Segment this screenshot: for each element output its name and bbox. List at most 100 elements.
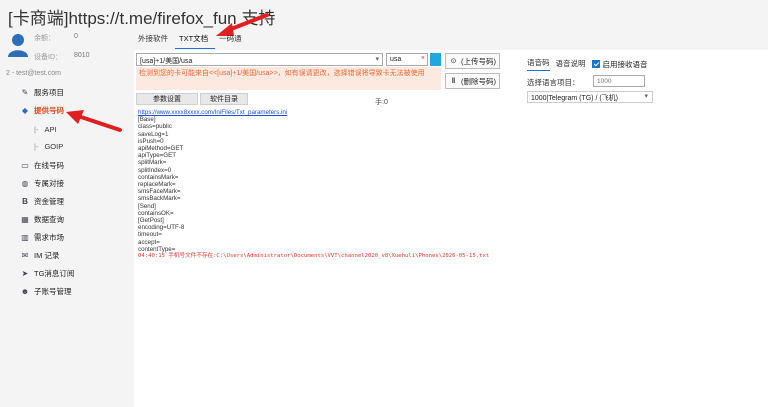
sidebar-item-tg-subscription[interactable]: ➤ TG消息订阅	[20, 268, 75, 279]
tab-one-code[interactable]: 一码通	[215, 30, 249, 49]
sidebar-item-im-records[interactable]: ✉ IM 记录	[20, 250, 60, 261]
config-line: splitMark=	[138, 159, 167, 167]
chevron-down-icon: ▾	[644, 93, 648, 100]
avatar	[8, 34, 28, 57]
pen-icon: ✎	[21, 88, 29, 97]
sidebar-subitem-goip[interactable]: |- GOIP	[34, 142, 63, 151]
balance-value: 0	[74, 33, 78, 40]
voice-tabs: 语音码 语音说明 启用接收语音	[527, 57, 648, 71]
config-line: smsFaceMark=	[138, 188, 181, 196]
config-line: [Send]	[138, 202, 156, 210]
config-line: apiType=GET	[138, 152, 177, 160]
country-select-value: [usa]+1/美国/usa	[140, 58, 193, 65]
users-icon: ☻	[20, 287, 30, 296]
config-line: splitIndex=0	[138, 166, 172, 174]
country-select[interactable]: [usa]+1/美国/usa ▾	[136, 53, 383, 66]
config-line: [GetPost]	[138, 217, 164, 225]
sidebar-item-data-query[interactable]: ▦ 数据查询	[20, 214, 64, 225]
chevron-down-icon: ▾	[375, 56, 379, 63]
sidebar-item-label: 提供号码	[34, 106, 64, 115]
sidebar-item-dedicated[interactable]: ◍ 专属对接	[20, 178, 65, 189]
country-warning: 检测到您的卡可能来自<<[usa]+1/美国/usa>>，如有误请更改，选择错误…	[136, 67, 441, 90]
balance-label: 余额：	[34, 35, 55, 42]
sidebar-item-label: 需求市场	[34, 233, 64, 242]
user-email: 2 - test@test.com	[6, 70, 61, 77]
sidebar-item-label: 子账号管理	[34, 287, 72, 296]
enable-voice-label: 启用接收语音	[602, 59, 648, 69]
config-line: containsOK=	[138, 209, 174, 217]
sidebar-item-label: 专属对接	[34, 179, 64, 188]
sidebar-item-label: 服务项目	[34, 88, 64, 97]
parameters-link[interactable]: https://www.xxxx8xxxx.com/IniFiles/Txt_p…	[138, 109, 489, 116]
sidebar-item-label: IM 记录	[34, 251, 60, 260]
config-line: [Base]	[138, 116, 156, 124]
pause-icon: ‖	[451, 77, 456, 85]
sidebar-item-online-numbers[interactable]: ▭ 在线号码	[20, 160, 64, 171]
delete-numbers-label: (删除号码)	[461, 76, 496, 86]
config-line: smsBackMark=	[138, 195, 181, 203]
country-code-input[interactable]: usa ×	[386, 53, 428, 66]
tab-txt-document[interactable]: TXT文档	[175, 30, 216, 49]
main-panel: [usa]+1/美国/usa ▾ usa × 检测到您的卡可能来自<<[usa]…	[134, 50, 768, 407]
config-line: replaceMark=	[138, 181, 176, 189]
monitor-icon: ▭	[21, 161, 29, 170]
voice-project-select[interactable]: 1000|Telegram (TG) / (飞机) ▾	[527, 91, 653, 103]
sidebar-item-subaccounts[interactable]: ☻ 子账号管理	[20, 286, 72, 297]
config-line: class=public	[138, 123, 172, 131]
clear-icon[interactable]: ×	[421, 55, 425, 62]
delete-numbers-button[interactable]: ‖ (删除号码)	[445, 73, 500, 89]
error-line: 04:40:15 手机号文件不存在:C:\Users\Administrator…	[138, 253, 490, 260]
sidebar-item-funds[interactable]: B 资金管理	[20, 196, 64, 207]
tab-external-software[interactable]: 外接软件	[134, 30, 175, 49]
sidebar-item-market[interactable]: ▥ 需求市场	[20, 232, 64, 243]
sidebar-subitem-label: GOIP	[44, 142, 64, 151]
annotation-arrow-left	[66, 110, 122, 132]
sidebar: 余额： 0 设备ID： 8010 2 - test@test.com ✎ 服务项…	[0, 30, 130, 407]
device-value: 8010	[74, 52, 90, 59]
enable-voice-checkbox[interactable]	[591, 60, 600, 68]
config-line: isPush=0	[138, 137, 164, 145]
bitcoin-icon: B	[22, 197, 28, 206]
sidebar-item-label: 在线号码	[34, 161, 64, 170]
config-line: containsMark=	[138, 173, 179, 181]
tab-voice-code[interactable]: 语音码	[527, 57, 550, 71]
confirm-country-button[interactable]	[430, 53, 441, 66]
config-line: encoding=UTF-8	[138, 224, 185, 232]
sidebar-item-label: TG消息订阅	[34, 269, 75, 278]
param-settings-button[interactable]: 参数设置	[136, 93, 198, 105]
chat-icon: ✉	[21, 251, 29, 260]
txt-content: https://www.xxxx8xxxx.com/IniFiles/Txt_p…	[138, 109, 489, 260]
select-language-label: 选择语言项目：	[527, 78, 580, 87]
config-line: accept=	[138, 238, 160, 246]
config-line: contentType=	[138, 245, 176, 253]
tab-voice-description[interactable]: 语音说明	[556, 58, 586, 71]
number-count: 手:0	[375, 99, 388, 106]
diamond-icon: ◆	[21, 106, 29, 115]
device-label: 设备ID：	[34, 54, 62, 61]
tree-branch: |-	[34, 125, 39, 134]
config-line: apiMethod=GET	[138, 145, 184, 153]
telegram-icon: ➤	[21, 269, 29, 278]
chart-icon: ▥	[21, 233, 29, 242]
sidebar-item-provide-numbers[interactable]: ◆ 提供号码	[20, 105, 64, 116]
upload-numbers-label: (上传号码)	[461, 56, 496, 66]
main-tabs: 外接软件 TXT文档 一码通	[134, 30, 249, 49]
globe-icon: ◍	[21, 179, 29, 188]
upload-numbers-button[interactable]: ⊙ (上传号码)	[445, 53, 500, 69]
sidebar-item-label: 资金管理	[34, 197, 64, 206]
software-directory-button[interactable]: 软件目录	[200, 93, 248, 105]
voice-amount-input[interactable]: 1000	[593, 75, 645, 87]
device-row: 设备ID： 8010	[34, 52, 90, 62]
play-circle-icon: ⊙	[450, 58, 457, 65]
config-line: timeout=	[138, 231, 162, 239]
table-icon: ▦	[21, 215, 29, 224]
config-line: saveLog=1	[138, 130, 169, 138]
sidebar-subitem-label: API	[44, 125, 57, 134]
country-code-value: usa	[390, 56, 402, 63]
sidebar-item-services[interactable]: ✎ 服务项目	[20, 87, 64, 98]
voice-project-value: 1000|Telegram (TG) / (飞机)	[531, 95, 619, 102]
sidebar-subitem-api[interactable]: |- API	[34, 125, 57, 134]
sidebar-item-label: 数据查询	[34, 215, 64, 224]
tree-branch: |-	[34, 142, 39, 151]
balance-row: 余额： 0	[34, 33, 78, 43]
